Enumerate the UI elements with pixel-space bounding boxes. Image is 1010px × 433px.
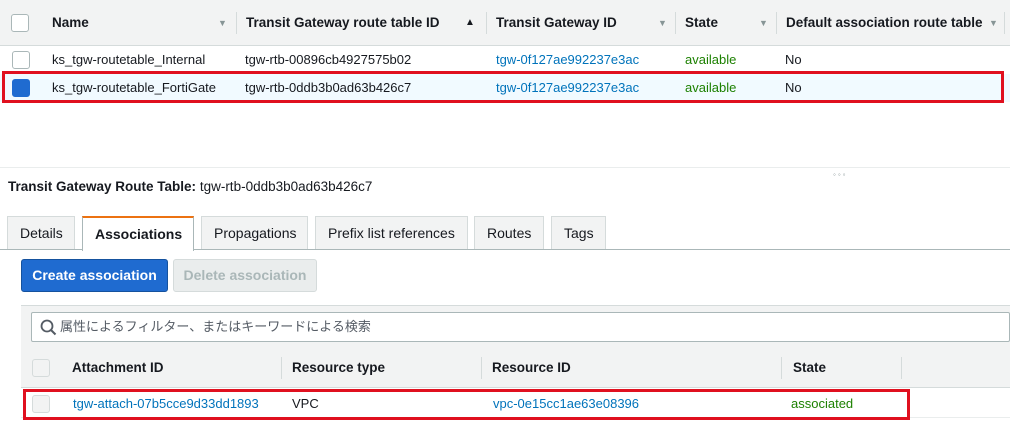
tab-propagations[interactable]: Propagations (201, 216, 308, 250)
tab-associations[interactable]: Associations (82, 216, 194, 251)
search-icon (40, 319, 57, 336)
detail-title: Transit Gateway Route Table: tgw-rtb-0dd… (8, 179, 372, 194)
filter-bar: 属性によるフィルター、またはキーワードによる検索 (21, 305, 1010, 348)
delete-association-button[interactable]: Delete association (173, 259, 317, 292)
associations-header: Attachment ID Resource type Resource ID … (21, 348, 1010, 388)
highlight-box-selected-row (2, 71, 1004, 103)
select-all-checkbox[interactable] (32, 359, 50, 377)
route-table-id: tgw-rtb-00896cb4927575b02 (245, 52, 412, 67)
select-all-checkbox[interactable] (11, 14, 29, 32)
detail-title-value: tgw-rtb-0ddb3b0ad63b426c7 (199, 179, 373, 194)
column-header-resource-type[interactable]: Resource type (292, 348, 385, 388)
column-header-route-table-id[interactable]: Transit Gateway route table ID ▲ (236, 0, 486, 46)
search-placeholder: 属性によるフィルター、またはキーワードによる検索 (60, 319, 371, 334)
tab-routes[interactable]: Routes (474, 216, 544, 250)
sort-icon[interactable]: ▲ (465, 0, 475, 46)
default-association-value: No (785, 52, 802, 67)
sort-icon[interactable]: ▼ (759, 0, 768, 46)
panel-divider[interactable] (0, 167, 1010, 168)
search-input[interactable]: 属性によるフィルター、またはキーワードによる検索 (31, 312, 1010, 342)
column-header-resource-id[interactable]: Resource ID (492, 348, 571, 388)
create-association-button[interactable]: Create association (21, 259, 168, 292)
tab-prefix-list-references[interactable]: Prefix list references (315, 216, 468, 250)
tab-details[interactable]: Details (7, 216, 75, 250)
column-header-tgw-id[interactable]: Transit Gateway ID ▼ (486, 0, 675, 46)
detail-tabs: Details Associations Propagations Prefix… (0, 216, 1010, 251)
sort-icon[interactable]: ▼ (218, 0, 227, 46)
column-header-default-association[interactable]: Default association route table ▼ (776, 0, 1004, 46)
state-value: available (685, 52, 737, 67)
highlight-box-association-row (23, 389, 910, 420)
detail-title-label: Transit Gateway Route Table: (8, 179, 197, 194)
row-checkbox[interactable] (12, 51, 30, 69)
tgw-id-link[interactable]: tgw-0f127ae992237e3ac (496, 46, 639, 74)
column-header-state[interactable]: State (793, 348, 826, 388)
sort-icon[interactable]: ▼ (658, 0, 667, 46)
sort-icon[interactable]: ▼ (989, 0, 998, 46)
column-header-name[interactable]: Name ▼ (42, 0, 236, 46)
table-row[interactable]: ks_tgw-routetable_Internal tgw-rtb-00896… (0, 46, 1010, 74)
route-table-name: ks_tgw-routetable_Internal (52, 52, 206, 67)
column-header-state[interactable]: State ▼ (675, 0, 776, 46)
tab-tags[interactable]: Tags (551, 216, 606, 250)
column-header-attachment-id[interactable]: Attachment ID (72, 348, 164, 388)
resize-handle-icon[interactable]: ◦◦◦ (833, 170, 848, 179)
route-table-header: Name ▼ Transit Gateway route table ID ▲ … (0, 0, 1010, 46)
